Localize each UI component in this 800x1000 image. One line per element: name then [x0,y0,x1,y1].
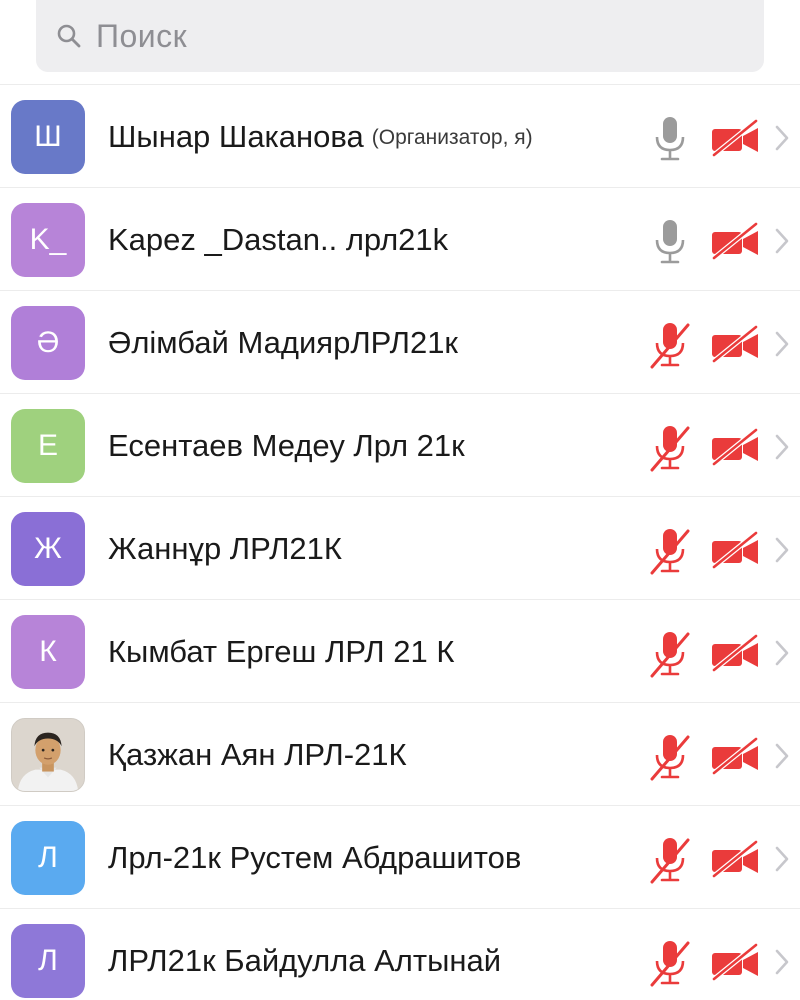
participant-name-container: Әлімбай МадиярЛРЛ21к [108,291,458,394]
participant-name: Kapez _Dastan.. лрл21k [108,221,449,257]
search-input[interactable]: Поиск [36,0,764,72]
participant-name-container: Kapez _Dastan.. лрл21k [108,188,448,291]
participant-name-container: Жаннұр ЛРЛ21К [108,497,342,600]
microphone-muted-icon[interactable] [648,527,692,575]
search-bar-container: Поиск [0,0,800,86]
participant-row[interactable]: К Кымбат Ергеш ЛРЛ 21 К [0,599,800,702]
participant-name-container: Шынар Шаканова (Организатор, я) [108,85,533,188]
chevron-right-icon[interactable] [772,535,792,565]
participant-name: Кымбат Ергеш ЛРЛ 21 К [108,633,455,669]
participant-row[interactable]: Ш Шынар Шаканова (Организатор, я) [0,84,800,187]
video-off-icon[interactable] [710,324,762,364]
participant-row[interactable]: Л ЛРЛ21к Байдулла Алтынай [0,908,800,1000]
video-off-icon[interactable] [710,839,762,879]
microphone-muted-icon[interactable] [648,733,692,781]
video-off-icon[interactable] [710,942,762,982]
microphone-muted-icon[interactable] [648,321,692,369]
search-icon [56,23,82,49]
avatar: Л [11,821,85,895]
participant-name-container: Қазжан Аян ЛРЛ-21К [108,703,407,806]
participant-name-container: Есентаев Медеу Лрл 21к [108,394,465,497]
participant-row[interactable]: Ж Жаннұр ЛРЛ21К [0,496,800,599]
participant-row[interactable]: Е Есентаев Медеу Лрл 21к [0,393,800,496]
avatar: K_ [11,203,85,277]
participant-name: Есентаев Медеу Лрл 21к [108,427,465,463]
microphone-muted-icon[interactable] [648,836,692,884]
avatar: Е [11,409,85,483]
avatar: Ш [11,100,85,174]
avatar: Л [11,924,85,998]
participant-name-container: Кымбат Ергеш ЛРЛ 21 К [108,600,454,703]
chevron-right-icon[interactable] [772,947,792,977]
video-off-icon[interactable] [710,118,762,158]
chevron-right-icon[interactable] [772,638,792,668]
microphone-icon[interactable] [648,115,692,163]
participant-name: Жаннұр ЛРЛ21К [108,530,342,566]
chevron-right-icon[interactable] [772,226,792,256]
video-off-icon[interactable] [710,221,762,261]
video-off-icon[interactable] [710,633,762,673]
participant-name: Әлімбай МадиярЛРЛ21к [108,324,458,360]
participant-name-container: ЛРЛ21к Байдулла Алтынай [108,909,501,1000]
chevron-right-icon[interactable] [772,844,792,874]
chevron-right-icon[interactable] [772,432,792,462]
search-placeholder: Поиск [96,17,188,54]
chevron-right-icon[interactable] [772,741,792,771]
video-off-icon[interactable] [710,427,762,467]
participant-name: Шынар Шаканова [108,118,364,154]
avatar [11,718,85,792]
participant-row[interactable]: Л Лрл-21к Рустем Абдрашитов [0,805,800,908]
participant-row[interactable]: Қазжан Аян ЛРЛ-21К [0,702,800,805]
participant-list: Ш Шынар Шаканова (Организатор, я) K_ Kapez _… [0,84,800,1000]
participant-name-container: Лрл-21к Рустем Абдрашитов [108,806,521,909]
avatar: Ә [11,306,85,380]
participant-name: Қазжан Аян ЛРЛ-21К [108,736,407,772]
participant-name: ЛРЛ21к Байдулла Алтынай [108,942,502,978]
chevron-right-icon[interactable] [772,329,792,359]
microphone-muted-icon[interactable] [648,630,692,678]
microphone-icon[interactable] [648,218,692,266]
video-off-icon[interactable] [710,736,762,776]
avatar: К [11,615,85,689]
chevron-right-icon[interactable] [772,123,792,153]
participants-screen: Поиск Ш Шынар Шаканова (Организатор, я) K_ K… [0,0,800,1000]
participant-row[interactable]: Ә Әлімбай МадиярЛРЛ21к [0,290,800,393]
participant-role: (Организатор, я) [371,126,533,149]
participant-name: Лрл-21к Рустем Абдрашитов [108,839,522,875]
microphone-muted-icon[interactable] [648,939,692,987]
participant-row[interactable]: K_ Kapez _Dastan.. лрл21k [0,187,800,290]
video-off-icon[interactable] [710,530,762,570]
avatar: Ж [11,512,85,586]
microphone-muted-icon[interactable] [648,424,692,472]
